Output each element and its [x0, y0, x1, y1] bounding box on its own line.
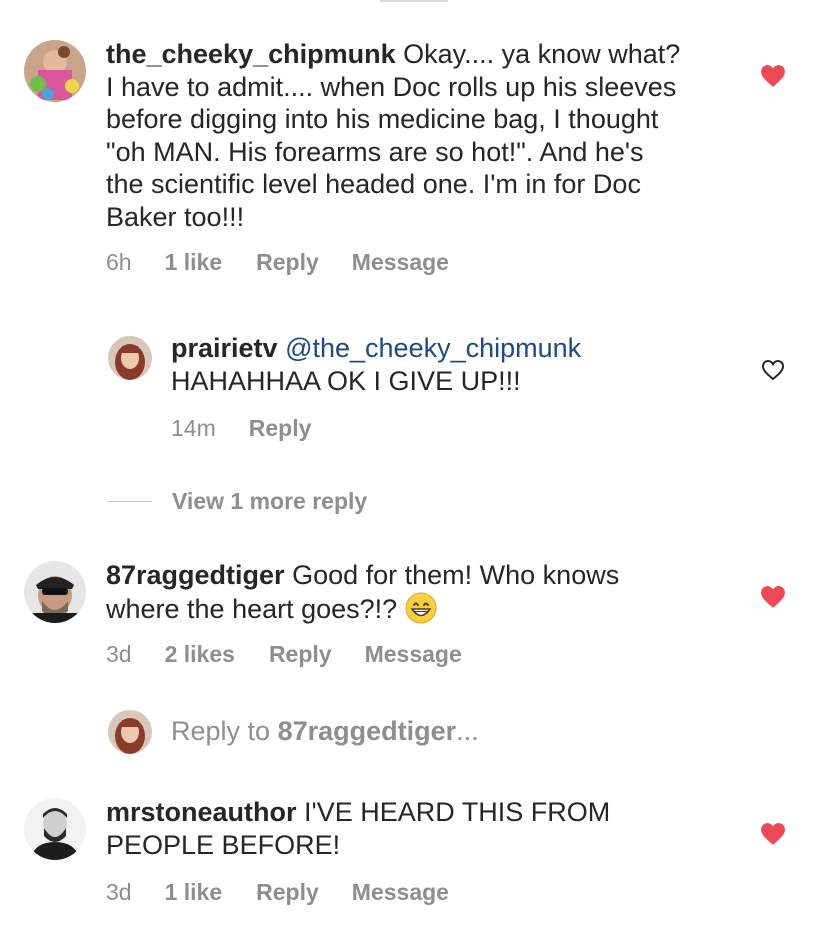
reply-button[interactable]: Reply — [249, 415, 312, 442]
reply-to-user: 87raggedtiger — [277, 716, 457, 746]
comment-text: the_cheeky_chipmunk Okay.... ya know wha… — [106, 38, 746, 233]
avatar[interactable] — [24, 40, 86, 102]
comment-body-line: Baker too!!! — [106, 201, 245, 232]
comment-body-line: Good for them! Who knows — [292, 560, 620, 590]
comment-meta: 3d 1 like Reply Message — [106, 879, 449, 906]
likes-count[interactable]: 1 like — [165, 249, 223, 276]
reply-mention[interactable]: @the_cheeky_chipmunk — [285, 333, 581, 363]
view-more-replies[interactable]: View 1 more reply — [108, 486, 367, 516]
comment-body-line: the scientific level headed one. I'm in … — [106, 169, 641, 199]
comment-text: mrstoneauthor I'VE HEARD THIS FROM PEOPL… — [106, 796, 746, 861]
reply-username[interactable]: prairietv — [171, 333, 278, 363]
message-button[interactable]: Message — [352, 249, 449, 276]
reply-to-prefix: Reply to — [171, 716, 278, 746]
comment-body-line: I have to admit.... when Doc rolls up hi… — [106, 71, 677, 102]
comment-username[interactable]: the_cheeky_chipmunk — [106, 39, 396, 69]
comment-time: 6h — [106, 249, 132, 275]
comment-time: 3d — [106, 641, 132, 667]
reply-button[interactable]: Reply — [256, 249, 319, 276]
reply-meta: 14m Reply — [171, 415, 311, 442]
avatar[interactable] — [24, 798, 86, 860]
avatar[interactable] — [108, 336, 152, 380]
reply-button[interactable]: Reply — [269, 641, 332, 668]
message-button[interactable]: Message — [352, 879, 449, 906]
comment-body-line: before digging into his medicine bag, I … — [106, 104, 659, 134]
grinning-face-icon — [405, 592, 437, 632]
comment-text: 87raggedtiger Good for them! Who knows w… — [106, 559, 746, 631]
comment-meta: 3d 2 likes Reply Message — [106, 641, 462, 668]
like-heart-icon[interactable] — [760, 585, 786, 614]
comment-username[interactable]: mrstoneauthor — [106, 797, 297, 827]
comment-body-line: Okay.... ya know what? — [403, 39, 681, 69]
comment-meta: 6h 1 like Reply Message — [106, 249, 449, 276]
drag-handle — [380, 0, 448, 2]
comment-body-line: I'VE HEARD THIS FROM — [304, 797, 611, 827]
comment-body-line: "oh MAN. His forearms are so hot!". And … — [106, 136, 644, 167]
avatar — [108, 710, 152, 754]
reply-to-suffix: ... — [456, 716, 479, 746]
comment-username[interactable]: 87raggedtiger — [106, 560, 285, 590]
comment-body-line: where the heart goes?!? — [106, 593, 398, 624]
like-heart-icon[interactable] — [760, 64, 786, 93]
reply-time: 14m — [171, 415, 216, 441]
likes-count[interactable]: 2 likes — [165, 641, 235, 668]
reply-body: HAHAHHAA OK I GIVE UP!!! — [171, 365, 521, 396]
likes-count[interactable]: 1 like — [165, 879, 223, 906]
reply-to-input[interactable]: Reply to 87raggedtiger... — [171, 716, 479, 747]
avatar[interactable] — [24, 561, 86, 623]
like-heart-outline-icon[interactable] — [761, 359, 785, 386]
view-more-label[interactable]: View 1 more reply — [172, 488, 367, 515]
comment-time: 3d — [106, 879, 132, 905]
comment-body-line: PEOPLE BEFORE! — [106, 829, 341, 860]
like-heart-icon[interactable] — [760, 822, 786, 851]
divider — [108, 500, 152, 502]
reply-text: prairietv @the_cheeky_chipmunk HAHAHHAA … — [171, 332, 731, 397]
message-button[interactable]: Message — [365, 641, 462, 668]
reply-button[interactable]: Reply — [256, 879, 319, 906]
